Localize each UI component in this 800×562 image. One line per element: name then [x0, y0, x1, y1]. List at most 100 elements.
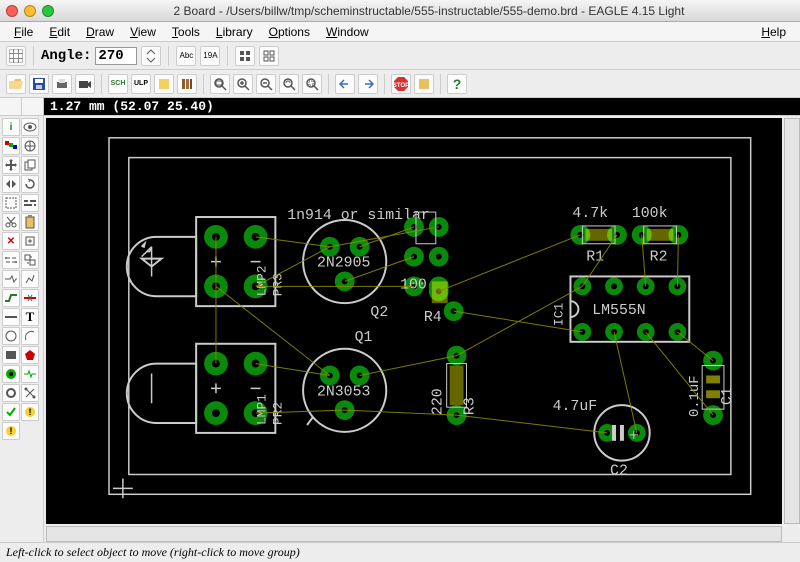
command-button[interactable]	[0, 98, 22, 115]
group-tool[interactable]	[2, 194, 20, 212]
auto-tool[interactable]	[2, 403, 20, 421]
zoom-in-icon[interactable]	[233, 74, 253, 94]
cut-tool[interactable]	[2, 213, 20, 231]
info-tool[interactable]: i	[2, 118, 20, 136]
angle-input[interactable]	[95, 47, 137, 65]
svg-text:0.1uF: 0.1uF	[687, 375, 703, 417]
optimize-tool[interactable]	[21, 270, 39, 288]
zoom-out-icon[interactable]	[256, 74, 276, 94]
canvas-area: LMP2 PR3 LMP1 PR2 Q2 2N2905 Q1 2N3053	[44, 116, 800, 542]
menu-edit[interactable]: Edit	[41, 25, 78, 39]
zoom-select-icon[interactable]	[302, 74, 322, 94]
menu-view[interactable]: View	[122, 25, 164, 39]
proportional-icon[interactable]: 19A	[200, 46, 220, 66]
copy-tool[interactable]	[21, 156, 39, 174]
svg-text:100k: 100k	[632, 206, 668, 222]
mirror-tool[interactable]	[2, 175, 20, 193]
print-icon[interactable]	[52, 74, 72, 94]
svg-text:IC1: IC1	[552, 303, 567, 326]
script-icon[interactable]: ULP	[131, 74, 151, 94]
text-tool[interactable]: T	[21, 308, 39, 326]
svg-text:R3: R3	[462, 397, 478, 415]
horizontal-scrollbar[interactable]	[46, 526, 782, 542]
list-view-icon[interactable]	[235, 46, 255, 66]
erc-tool[interactable]: !	[21, 403, 39, 421]
svg-text:R2: R2	[650, 250, 668, 266]
pcb-drawing: LMP2 PR3 LMP1 PR2 Q2 2N2905 Q1 2N3053	[46, 118, 782, 524]
rotate-tool[interactable]	[21, 175, 39, 193]
menu-window[interactable]: Window	[318, 25, 377, 39]
split-tool[interactable]	[2, 270, 20, 288]
menu-draw[interactable]: Draw	[78, 25, 122, 39]
angle-spinner[interactable]	[141, 46, 161, 66]
wire-tool[interactable]	[2, 308, 20, 326]
via-tool[interactable]	[2, 365, 20, 383]
go-icon[interactable]	[414, 74, 434, 94]
close-button[interactable]	[6, 5, 18, 17]
svg-text:4.7k: 4.7k	[572, 206, 608, 222]
errors-tool[interactable]: !	[2, 422, 20, 440]
menu-library[interactable]: Library	[208, 25, 261, 39]
menu-options[interactable]: Options	[261, 25, 318, 39]
redo-icon[interactable]	[358, 74, 378, 94]
svg-text:!: !	[10, 426, 13, 436]
zoom-button[interactable]	[42, 5, 54, 17]
svg-text:!: !	[29, 407, 32, 417]
status-bar: Left-click to select object to move (rig…	[0, 542, 800, 562]
show-tool[interactable]	[21, 118, 39, 136]
text-mode-icon[interactable]: Abc	[176, 46, 196, 66]
cam-icon[interactable]	[75, 74, 95, 94]
delete-tool[interactable]: ✕	[2, 232, 20, 250]
rect-tool[interactable]	[2, 346, 20, 364]
minimize-button[interactable]	[24, 5, 36, 17]
svg-text:C1: C1	[720, 387, 736, 405]
mark-tool[interactable]	[21, 137, 39, 155]
svg-text:PR3: PR3	[270, 273, 285, 296]
tool-palette: i ✕ T ! !	[0, 116, 44, 542]
board-icon[interactable]: SCH	[108, 74, 128, 94]
zoom-redraw-icon[interactable]	[279, 74, 299, 94]
svg-text:4.7uF: 4.7uF	[553, 399, 598, 415]
pinswap-tool[interactable]	[2, 251, 20, 269]
polygon-tool[interactable]	[21, 346, 39, 364]
menu-file[interactable]: File	[6, 25, 41, 39]
svg-text:LM555N: LM555N	[592, 303, 645, 319]
grid-icon[interactable]	[6, 46, 26, 66]
window-controls	[6, 5, 54, 17]
grid-view-icon[interactable]	[259, 46, 279, 66]
move-tool[interactable]	[2, 156, 20, 174]
svg-text:100: 100	[400, 277, 427, 293]
run-icon[interactable]	[154, 74, 174, 94]
change-tool[interactable]	[21, 194, 39, 212]
menu-help[interactable]: Help	[753, 25, 794, 39]
paste-tool[interactable]	[21, 213, 39, 231]
menu-tools[interactable]: Tools	[164, 25, 208, 39]
svg-text:LMP2: LMP2	[254, 265, 269, 296]
vertical-scrollbar[interactable]	[784, 118, 800, 524]
help-icon[interactable]: ?	[447, 74, 467, 94]
signal-tool[interactable]	[21, 365, 39, 383]
coords-bar: 1.27 mm (52.07 25.40)	[0, 98, 800, 116]
arc-tool[interactable]	[21, 327, 39, 345]
rats-tool[interactable]	[21, 384, 39, 402]
library-icon[interactable]	[177, 74, 197, 94]
menu-bar: File Edit Draw View Tools Library Option…	[0, 22, 800, 42]
title-bar: 2 Board - /Users/billw/tmp/scheminstruct…	[0, 0, 800, 22]
open-icon[interactable]	[6, 74, 26, 94]
layer-tool[interactable]	[2, 137, 20, 155]
save-icon[interactable]	[29, 74, 49, 94]
add-tool[interactable]	[21, 232, 39, 250]
ripup-tool[interactable]	[21, 289, 39, 307]
coords-button[interactable]	[22, 98, 44, 115]
svg-text:PR2: PR2	[270, 402, 285, 425]
stop-icon[interactable]: STOP	[391, 74, 411, 94]
zoom-fit-icon[interactable]	[210, 74, 230, 94]
pcb-canvas[interactable]: LMP2 PR3 LMP1 PR2 Q2 2N2905 Q1 2N3053	[46, 118, 782, 524]
toolbar-row-2: SCH ULP STOP ?	[0, 70, 800, 98]
route-tool[interactable]	[2, 289, 20, 307]
undo-icon[interactable]	[335, 74, 355, 94]
circle-tool[interactable]	[2, 327, 20, 345]
replace-tool[interactable]	[21, 251, 39, 269]
svg-text:STOP: STOP	[393, 83, 409, 89]
hole-tool[interactable]	[2, 384, 20, 402]
